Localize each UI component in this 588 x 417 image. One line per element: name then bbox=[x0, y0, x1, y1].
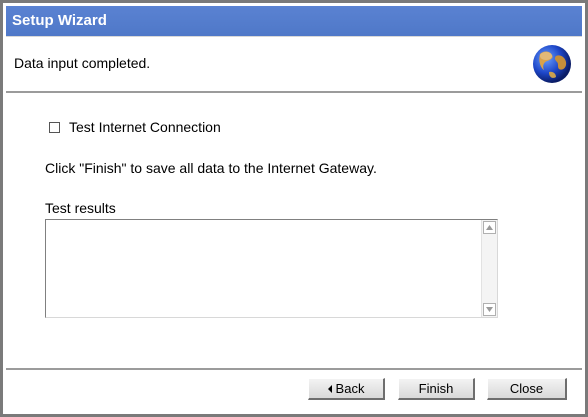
results-scrollbar[interactable] bbox=[481, 220, 497, 317]
arrow-left-icon bbox=[327, 384, 332, 393]
test-connection-checkbox[interactable] bbox=[49, 121, 60, 133]
scroll-down-button[interactable] bbox=[483, 303, 496, 316]
globe-icon bbox=[533, 45, 571, 83]
wizard-header: Data input completed. bbox=[6, 36, 582, 93]
close-button[interactable]: Close bbox=[487, 378, 567, 400]
window-title: Setup Wizard bbox=[6, 6, 582, 36]
back-button-label: Back bbox=[335, 381, 365, 396]
finish-button[interactable]: Finish bbox=[398, 378, 475, 400]
setup-wizard-window: Setup Wizard Data input completed. Test … bbox=[0, 0, 588, 417]
test-connection-label[interactable]: Test Internet Connection bbox=[69, 119, 221, 135]
scroll-up-button[interactable] bbox=[483, 221, 496, 234]
finish-button-label: Finish bbox=[418, 381, 454, 396]
chevron-up-icon bbox=[486, 225, 493, 230]
wizard-footer: Back Finish Close bbox=[6, 368, 582, 411]
close-button-label: Close bbox=[509, 381, 544, 396]
header-message: Data input completed. bbox=[14, 55, 151, 71]
test-connection-row[interactable]: Test Internet Connection bbox=[49, 119, 221, 135]
test-results-label: Test results bbox=[45, 200, 116, 216]
test-results-text[interactable] bbox=[46, 220, 481, 317]
wizard-content: Test Internet Connection Click "Finish" … bbox=[6, 93, 582, 371]
finish-info-text: Click "Finish" to save all data to the I… bbox=[45, 160, 377, 176]
chevron-down-icon bbox=[486, 307, 493, 312]
test-results-textarea[interactable] bbox=[45, 219, 498, 318]
back-button[interactable]: Back bbox=[308, 378, 385, 400]
